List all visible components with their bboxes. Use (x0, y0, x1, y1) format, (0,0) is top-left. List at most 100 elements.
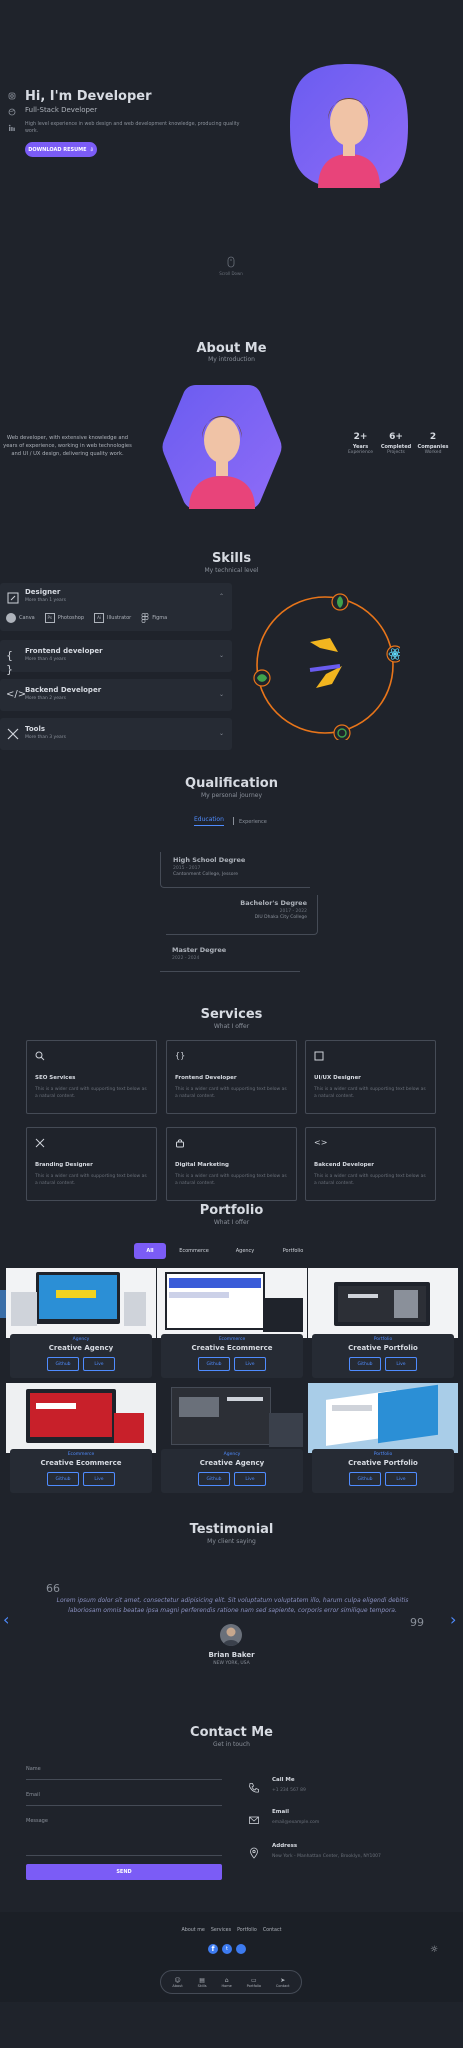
github-button[interactable]: Github (349, 1357, 381, 1371)
service-card-marketing[interactable]: Digital Marketing This is a wider card w… (166, 1127, 297, 1201)
service-desc: This is a wider card with supporting tex… (175, 1174, 287, 1186)
chevron-down-icon[interactable]: ⌄ (219, 691, 224, 698)
nav-label: Skills (197, 1983, 207, 1988)
service-card-uiux[interactable]: UI/UX Designer This is a wider card with… (305, 1040, 436, 1114)
skill-designer[interactable]: Designer More than 1 years ⌃ Canva Ps Ph… (0, 583, 232, 631)
filter-agency[interactable]: Agency (222, 1243, 268, 1259)
footer-link-contact[interactable]: Contact (263, 1928, 282, 1933)
github-button[interactable]: Github (349, 1472, 381, 1486)
download-resume-button[interactable]: DOWNLOAD RESUME ⇩ (25, 142, 97, 157)
code-tags-icon: </> (6, 689, 27, 700)
nav-skills[interactable]: ▤ Skills (198, 1977, 207, 1988)
service-card-branding[interactable]: Branding Designer This is a wider card w… (26, 1127, 157, 1201)
send-button[interactable]: SEND (26, 1864, 222, 1880)
footer-link-services[interactable]: Services (211, 1928, 231, 1933)
tab-education[interactable]: Education (194, 816, 224, 826)
email-input[interactable]: Email (26, 1792, 222, 1806)
service-desc: This is a wider card with supporting tex… (35, 1174, 147, 1186)
github-button[interactable]: Github (198, 1472, 230, 1486)
portfolio-category: Agency (223, 1452, 241, 1457)
design-icon (314, 1051, 324, 1061)
service-title: Branding Designer (35, 1162, 93, 1168)
service-card-frontend[interactable]: {} Frontend Developer This is a wider ca… (166, 1040, 297, 1114)
message-input[interactable]: Message (26, 1818, 222, 1856)
live-button[interactable]: Live (385, 1357, 417, 1371)
skill-tools[interactable]: Tools More than 3 years ⌄ (0, 718, 232, 750)
instagram-icon[interactable] (8, 92, 16, 100)
portfolio-card[interactable]: Portfolio Creative Portfolio Github Live (308, 1268, 458, 1380)
name-input[interactable]: Name (26, 1766, 222, 1780)
nav-portfolio[interactable]: ▭ Portfolio (247, 1977, 261, 1988)
nav-about[interactable]: ☺ About (172, 1977, 182, 1988)
live-button[interactable]: Live (83, 1357, 115, 1371)
portfolio-name: Creative Ecommerce (40, 1459, 122, 1467)
live-button[interactable]: Live (234, 1472, 266, 1486)
nav-contact[interactable]: ➤ Contact (276, 1977, 290, 1988)
service-card-backend[interactable]: <> Bakcend Developer This is a wider car… (305, 1127, 436, 1201)
filter-all[interactable]: All (134, 1243, 166, 1259)
live-button[interactable]: Live (83, 1472, 115, 1486)
service-title: Digital Marketing (175, 1162, 229, 1168)
live-button[interactable]: Live (385, 1472, 417, 1486)
scroll-down[interactable]: Scroll Down (212, 256, 250, 276)
portfolio-name: Creative Agency (48, 1344, 114, 1352)
live-button[interactable]: Live (234, 1357, 266, 1371)
scroll-down-label: Scroll Down (219, 271, 243, 276)
twitter-icon[interactable]: t (222, 1944, 232, 1954)
github-button[interactable]: Github (47, 1472, 79, 1486)
skill-sub: More than 4 years (25, 657, 66, 662)
portfolio-image (6, 1383, 156, 1453)
prev-arrow-icon[interactable]: ‹ (3, 1610, 9, 1629)
theme-toggle-sun-icon[interactable]: ☼ (430, 1945, 438, 1955)
github-button[interactable]: Github (47, 1357, 79, 1371)
portfolio-card[interactable]: Agency Creative Agency Github Live (157, 1383, 307, 1495)
location-pin-icon (248, 1847, 260, 1859)
skill-backend[interactable]: </> Backend Developer More than 2 years … (0, 679, 232, 711)
contact-title: Contact Me (190, 1725, 273, 1740)
filter-ecommerce[interactable]: Ecommerce (170, 1243, 218, 1259)
chevron-down-icon[interactable]: ⌄ (219, 730, 224, 737)
open-quote: 66 (46, 1582, 60, 1595)
nav-home[interactable]: ⌂ Home (221, 1977, 231, 1988)
qualification-item-place: Cantonment College, Jessore (173, 872, 239, 877)
portfolio-panel: Agency Creative Agency Github Live (161, 1449, 303, 1493)
filter-portfolio[interactable]: Portfolio (272, 1243, 314, 1259)
qualification-item-date: 2017 - 2022 (279, 909, 307, 914)
skill-title: Designer (25, 588, 61, 596)
home-icon: ⌂ (224, 1976, 229, 1984)
portfolio-card[interactable]: Ecommerce Creative Ecommerce Github Live (157, 1268, 307, 1380)
canva-icon (6, 613, 16, 623)
chevron-up-icon[interactable]: ⌃ (219, 593, 224, 600)
linkedin-icon[interactable] (8, 124, 16, 132)
portfolio-card[interactable]: Portfolio Creative Portfolio Github Live (308, 1383, 458, 1495)
portfolio-card[interactable]: Agency Creative Agency Github Live (6, 1268, 156, 1380)
portfolio-name: Creative Portfolio (348, 1459, 418, 1467)
service-card-seo[interactable]: SEO Services This is a wider card with s… (26, 1040, 157, 1114)
skill-title: Frontend developer (25, 647, 103, 655)
about-stats: 2+ Years Experience 6+ Completed Project… (344, 432, 454, 455)
next-arrow-icon[interactable]: › (450, 1610, 456, 1629)
briefcase-icon: ▭ (251, 1976, 257, 1984)
testimonial-name: Brian Baker (208, 1651, 255, 1659)
dribbble-icon[interactable] (8, 108, 16, 116)
github-button[interactable]: Github (198, 1357, 230, 1371)
portfolio-panel: Ecommerce Creative Ecommerce Github Live (161, 1334, 303, 1378)
chevron-down-icon[interactable]: ⌄ (219, 652, 224, 659)
qualification-item: Master Degree 2022 - 2024 (160, 942, 300, 972)
hero-subtitle: Full-Stack Developer (25, 106, 98, 114)
footer-link-about[interactable]: About me (182, 1928, 205, 1933)
portfolio-subtitle: What I offer (213, 1219, 250, 1226)
footer-link-portfolio[interactable]: Portfolio (237, 1928, 257, 1933)
stat-years: 2+ Years Experience (344, 432, 377, 455)
qualification-title: Qualification (185, 776, 278, 791)
tab-experience[interactable]: Experience (239, 819, 267, 825)
portfolio-name: Creative Agency (199, 1459, 265, 1467)
skill-sub: More than 1 years (25, 598, 66, 603)
facebook-icon[interactable]: f (208, 1944, 218, 1954)
portfolio-image (6, 1268, 156, 1338)
figma-icon (141, 613, 149, 623)
qualification-item: High School Degree 2015 - 2017 Cantonmen… (160, 852, 310, 888)
skill-frontend[interactable]: { } Frontend developer More than 4 years… (0, 640, 232, 676)
portfolio-card[interactable]: Ecommerce Creative Ecommerce Github Live (6, 1383, 156, 1495)
discord-icon[interactable] (236, 1944, 246, 1954)
